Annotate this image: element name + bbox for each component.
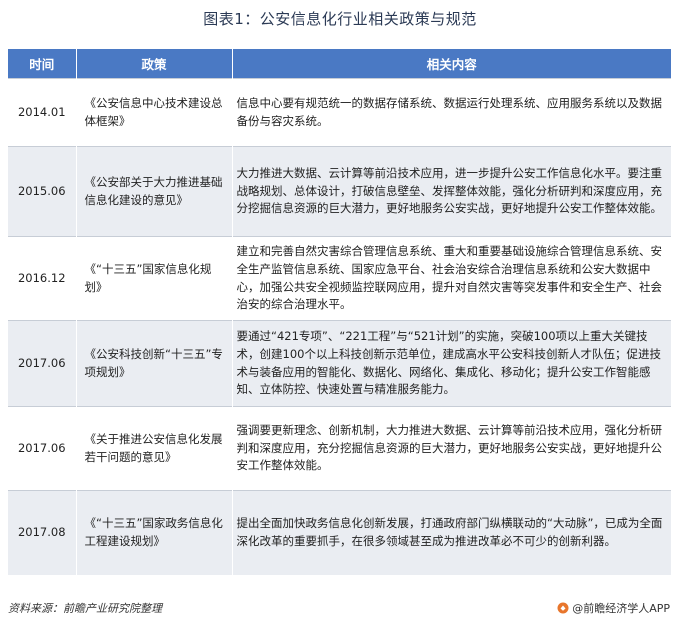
policy-table: 时间 政策 相关内容 2014.01 《公安信息中心技术建设总体框架》 信息中心… (8, 49, 671, 575)
cell-content: 要通过“421专项”、“221工程”与“521计划”的实施，突破100项以上重大… (232, 320, 671, 407)
cell-content: 强调要更新理念、创新机制，大力推进大数据、云计算等前沿技术应用，强化分析研判和深… (232, 406, 671, 491)
brand-credit: @前瞻经济学人APP (557, 600, 670, 616)
cell-content: 提出全面加快政务信息化创新发展，打通政府部门纵横联动的“大动脉”，已成为全面深化… (232, 490, 671, 575)
cell-time: 2014.01 (8, 78, 77, 147)
brand-text: @前瞻经济学人APP (572, 602, 670, 615)
source-note: 资料来源：前瞻产业研究院整理 (8, 602, 162, 615)
cell-content: 信息中心要有规范统一的数据存储系统、数据运行处理系统、应用服务系统以及数据备份与… (232, 78, 671, 147)
cell-policy: 《“十三五”国家信息化规划》 (76, 236, 233, 321)
cell-content: 大力推进大数据、云计算等前沿技术应用，进一步提升公安工作信息化水平。要注重战略规… (232, 146, 671, 237)
cell-content: 建立和完善自然灾害综合管理信息系统、重大和重要基础设施综合管理信息系统、安全生产… (232, 236, 671, 321)
cell-policy: 《关于推进公安信息化发展若干问题的意见》 (76, 406, 233, 491)
table-row: 2017.08 《“十三五”国家政务信息化工程建设规划》 提出全面加快政务信息化… (8, 490, 671, 575)
cell-policy: 《公安部关于大力推进基础信息化建设的意见》 (76, 146, 233, 237)
cell-policy: 《公安科技创新“十三五”专项规划》 (76, 320, 233, 407)
cell-time: 2015.06 (8, 146, 77, 237)
header-policy: 政策 (76, 49, 233, 79)
table-row: 2016.12 《“十三五”国家信息化规划》 建立和完善自然灾害综合管理信息系统… (8, 236, 671, 321)
table-header-row: 时间 政策 相关内容 (8, 49, 671, 79)
table-row: 2017.06 《公安科技创新“十三五”专项规划》 要通过“421专项”、“22… (8, 320, 671, 407)
cell-time: 2016.12 (8, 236, 77, 321)
page-title: 图表1：公安信息化行业相关政策与规范 (203, 10, 477, 28)
cell-time: 2017.06 (8, 320, 77, 407)
header-time: 时间 (8, 49, 77, 79)
brand-logo-icon (557, 602, 569, 614)
table-row: 2015.06 《公安部关于大力推进基础信息化建设的意见》 大力推进大数据、云计… (8, 146, 671, 237)
cell-policy: 《“十三五”国家政务信息化工程建设规划》 (76, 490, 233, 575)
table-row: 2017.06 《关于推进公安信息化发展若干问题的意见》 强调要更新理念、创新机… (8, 406, 671, 491)
table-row: 2014.01 《公安信息中心技术建设总体框架》 信息中心要有规范统一的数据存储… (8, 78, 671, 147)
cell-policy: 《公安信息中心技术建设总体框架》 (76, 78, 233, 147)
header-content: 相关内容 (232, 49, 671, 79)
cell-time: 2017.06 (8, 406, 77, 491)
cell-time: 2017.08 (8, 490, 77, 575)
